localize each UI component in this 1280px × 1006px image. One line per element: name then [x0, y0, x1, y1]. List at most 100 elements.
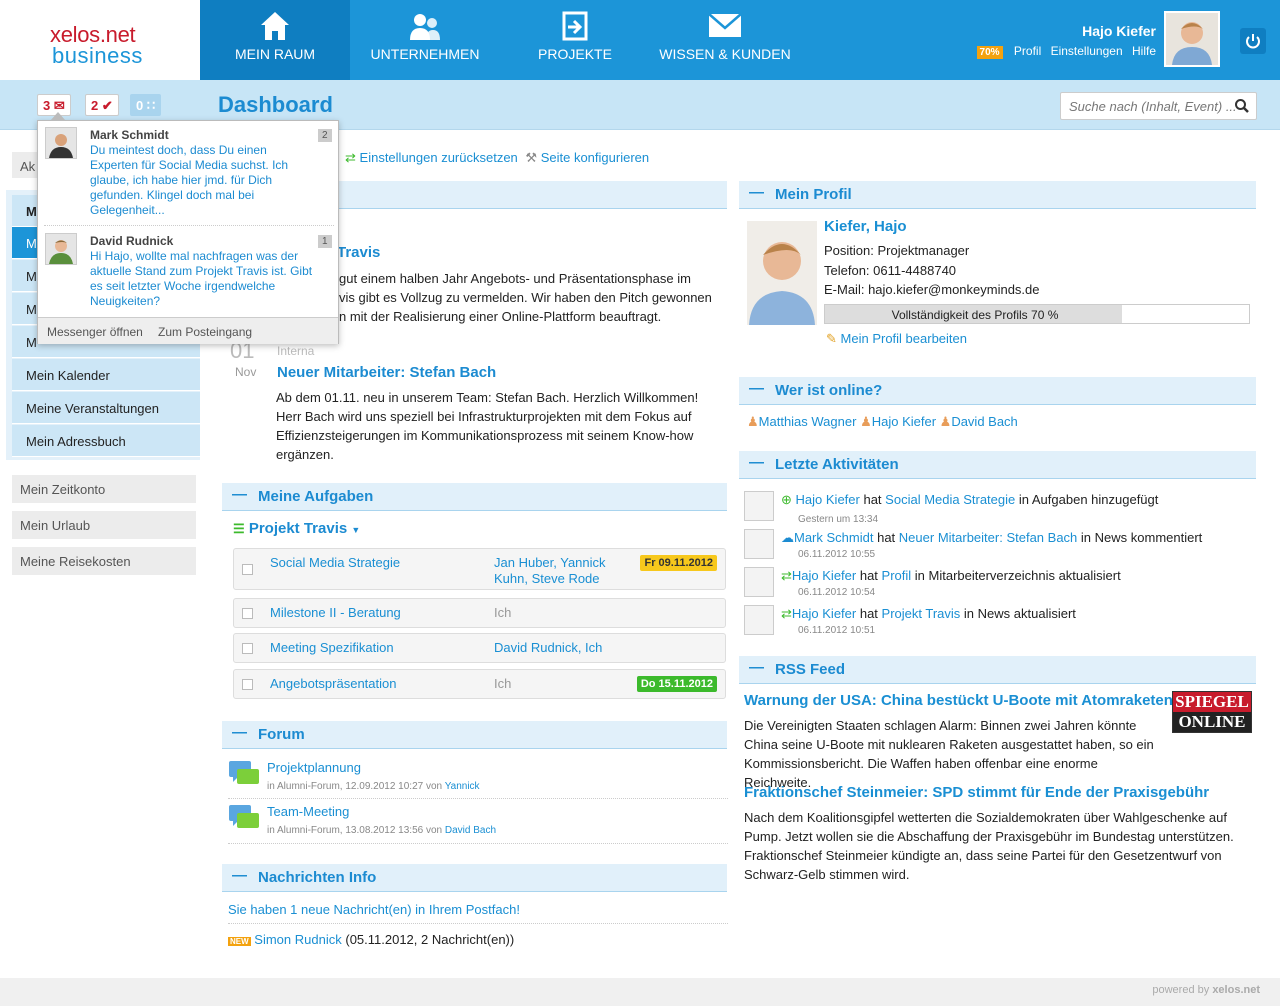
reset-settings-link[interactable]: Einstellungen zurücksetzen — [360, 150, 518, 165]
messages-info-section-header: — Nachrichten Info — [222, 864, 727, 892]
sidebar-item-reisekosten[interactable]: Meine Reisekosten — [12, 547, 196, 575]
messages-popup: Mark Schmidt 2 Du meintest doch, dass Du… — [37, 112, 339, 344]
user-avatar[interactable] — [1164, 11, 1220, 67]
forum-thread-title[interactable]: Projektplannung — [267, 760, 361, 775]
message-sender[interactable]: David Rudnick — [90, 234, 173, 248]
collapse-icon[interactable]: — — [232, 724, 247, 741]
sidebar-item-kalender[interactable]: Mein Kalender — [12, 359, 200, 391]
users-icon — [410, 14, 440, 40]
message-preview[interactable]: Hi Hajo, wollte mal nachfragen was der a… — [90, 249, 320, 309]
task-assignee[interactable]: David Rudnick, Ich — [494, 640, 602, 655]
sidebar-item-zeitkonto[interactable]: Mein Zeitkonto — [12, 475, 196, 503]
activity-actor[interactable]: Hajo Kiefer — [796, 492, 860, 507]
forum-thread-title[interactable]: Team-Meeting — [267, 804, 349, 819]
add-icon: ⊕ — [781, 492, 792, 507]
brand-logo[interactable]: xelos.net business — [0, 0, 200, 80]
edit-profile-link[interactable]: Mein Profil bearbeiten — [841, 331, 967, 346]
collapse-icon[interactable]: — — [749, 659, 764, 676]
rss-badge[interactable]: 0 ∷ — [130, 94, 162, 116]
activity-actor[interactable]: Hajo Kiefer — [792, 606, 856, 621]
news-item1-title[interactable]: Travis — [337, 244, 380, 261]
task-checkbox[interactable] — [242, 679, 253, 690]
news-item2-title[interactable]: Neuer Mitarbeiter: Stefan Bach — [277, 364, 496, 381]
task-checkbox[interactable] — [242, 608, 253, 619]
collapse-icon[interactable]: — — [749, 454, 764, 471]
task-checkbox[interactable] — [242, 564, 253, 575]
envelope-icon: ✉ — [53, 98, 65, 113]
rss-item-title[interactable]: Warnung der USA: China bestückt U-Boote … — [744, 692, 1173, 709]
task-assignee: Ich — [494, 605, 512, 620]
forum-thread-author[interactable]: Yannick — [445, 781, 480, 792]
activity-actor[interactable]: Mark Schmidt — [794, 530, 873, 545]
page-title: Dashboard — [218, 92, 333, 117]
rss-section-header: — RSS Feed — [739, 656, 1256, 684]
link-profil[interactable]: Profil — [1014, 44, 1041, 58]
inbox-link[interactable]: Zum Posteingang — [158, 325, 252, 339]
collapse-icon[interactable]: — — [749, 380, 764, 397]
configure-page-link[interactable]: Seite konfigurieren — [541, 150, 649, 165]
projects-icon — [562, 11, 588, 41]
message-avatar — [45, 233, 77, 265]
news-item1-text-line3: n mit der Realisierung einer Online-Plat… — [339, 309, 662, 324]
nav-unternehmen[interactable]: UNTERNEHMEN — [350, 0, 500, 80]
chevron-down-icon: ▼ — [351, 525, 361, 535]
toolbar: ⇄ Einstellungen zurücksetzen ⚒ Seite kon… — [345, 150, 649, 166]
nav-projekte[interactable]: PROJEKTE — [500, 0, 650, 80]
reset-icon: ⇄ — [345, 150, 356, 165]
profile-name[interactable]: Kiefer, Hajo — [824, 218, 907, 235]
activity-actor[interactable]: Hajo Kiefer — [792, 568, 856, 583]
top-navigation-bar: xelos.net business MEIN RAUM UNTERNEHMEN… — [0, 0, 1280, 87]
task-row[interactable]: Meeting Spezifikation David Rudnick, Ich — [233, 633, 726, 663]
tasks-badge[interactable]: 2 ✔ — [85, 94, 119, 116]
collapse-icon[interactable]: — — [232, 867, 247, 884]
message-sender-link[interactable]: Simon Rudnick — [254, 932, 341, 947]
message-sender[interactable]: Mark Schmidt — [90, 128, 169, 142]
task-project-selector[interactable]: ☰ Projekt Travis ▼ — [233, 520, 360, 537]
task-name[interactable]: Angebotspräsentation — [270, 676, 396, 691]
profile-section-header: — Mein Profil — [739, 181, 1256, 209]
open-messenger-link[interactable]: Messenger öffnen — [47, 325, 143, 339]
activity-avatar — [744, 529, 774, 559]
new-icon: NEW — [228, 937, 251, 946]
task-row[interactable]: Angebotspräsentation Ich Do 15.11.2012 — [233, 669, 726, 699]
task-row[interactable]: Social Media Strategie Jan Huber, Yannic… — [233, 548, 726, 590]
sidebar-item-veranstaltungen[interactable]: Meine Veranstaltungen — [12, 392, 200, 424]
activity-item: ⇄Hajo Kiefer hat Projekt Travis in News … — [781, 606, 1076, 621]
divider — [228, 843, 728, 844]
nav-mein-raum[interactable]: MEIN RAUM — [200, 0, 350, 87]
task-assignee[interactable]: Jan Huber, Yannick Kuhn, Steve Rode — [494, 555, 614, 587]
online-user[interactable]: Hajo Kiefer — [872, 414, 936, 429]
activity-time: 06.11.2012 10:51 — [798, 625, 876, 636]
task-name[interactable]: Milestone II - Beratung — [270, 605, 401, 620]
search-input[interactable]: Suche nach (Inhalt, Event) ... — [1060, 92, 1257, 120]
activity-object[interactable]: Projekt Travis — [882, 606, 961, 621]
collapse-icon[interactable]: — — [749, 184, 764, 201]
link-hilfe[interactable]: Hilfe — [1132, 44, 1156, 58]
sidebar-item-adressbuch[interactable]: Mein Adressbuch — [12, 425, 200, 457]
forum-thread-icon — [229, 805, 259, 828]
activity-time: 06.11.2012 10:55 — [798, 549, 876, 560]
message-preview[interactable]: Du meintest doch, dass Du einen Experten… — [90, 143, 305, 218]
activity-object[interactable]: Neuer Mitarbeiter: Stefan Bach — [899, 530, 1077, 545]
online-user[interactable]: David Bach — [951, 414, 1017, 429]
task-row[interactable]: Milestone II - Beratung Ich — [233, 598, 726, 628]
link-einstellungen[interactable]: Einstellungen — [1051, 44, 1123, 58]
logout-button[interactable] — [1240, 28, 1266, 54]
rss-item-title[interactable]: Fraktionschef Steinmeier: SPD stimmt für… — [744, 784, 1209, 801]
activity-object[interactable]: Profil — [882, 568, 912, 583]
sidebar-item-urlaub[interactable]: Mein Urlaub — [12, 511, 196, 539]
user-icon: ♟ — [747, 414, 759, 429]
forum-thread-author[interactable]: David Bach — [445, 825, 496, 836]
task-checkbox[interactable] — [242, 643, 253, 654]
new-messages-link[interactable]: Sie haben 1 neue Nachricht(en) in Ihrem … — [228, 902, 520, 917]
power-icon — [1246, 34, 1260, 49]
collapse-icon[interactable]: — — [232, 486, 247, 503]
search-icon[interactable] — [1234, 98, 1250, 114]
activity-object[interactable]: Social Media Strategie — [885, 492, 1015, 507]
forum-thread-icon — [229, 761, 259, 784]
task-name[interactable]: Meeting Spezifikation — [270, 640, 394, 655]
news-item1-text-line2: vis gibt es Vollzug zu vermelden. Wir ha… — [339, 290, 712, 305]
nav-wissen-kunden[interactable]: WISSEN & KUNDEN — [650, 0, 800, 80]
online-user[interactable]: Matthias Wagner — [759, 414, 857, 429]
task-name[interactable]: Social Media Strategie — [270, 555, 400, 570]
